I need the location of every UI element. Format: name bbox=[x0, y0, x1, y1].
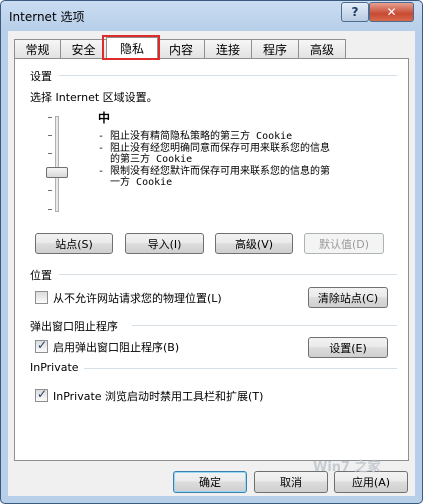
tab-content[interactable]: 内容 bbox=[157, 39, 205, 58]
zone-prompt: 选择 Internet 区域设置。 bbox=[30, 91, 158, 104]
default-button[interactable]: 默认值(D) bbox=[304, 233, 384, 254]
slider-tick bbox=[48, 190, 52, 191]
tab-advanced[interactable]: 高级 bbox=[298, 39, 346, 58]
close-button[interactable]: ✕ bbox=[369, 2, 414, 22]
inprivate-disable-toolbars-checkbox[interactable]: ✓ bbox=[35, 387, 48, 402]
description-line: - 阻止没有精简隐私策略的第三方 Cookie bbox=[98, 131, 293, 142]
internet-options-dialog: Internet 选项 ? ✕ 常规 安全 隐私 内容 连接 程序 高级 设置 … bbox=[0, 0, 423, 504]
slider-tick bbox=[48, 209, 52, 210]
tab-connections[interactable]: 连接 bbox=[204, 39, 252, 58]
slider-track bbox=[55, 116, 59, 212]
privacy-description: - 阻止没有精简隐私策略的第三方 Cookie - 阻止没有经您明确同意而保存可… bbox=[98, 131, 330, 189]
enable-popup-blocker-label[interactable]: 启用弹出窗口阻止程序(B) bbox=[53, 339, 179, 355]
tab-security[interactable]: 安全 bbox=[60, 39, 107, 58]
tab-programs[interactable]: 程序 bbox=[251, 39, 299, 58]
description-line: 一方 Cookie bbox=[98, 177, 173, 188]
privacy-tab-panel: 设置 选择 Internet 区域设置。 中 - 阻止没有精简隐私策略的第三方 … bbox=[14, 58, 409, 461]
tab-general[interactable]: 常规 bbox=[14, 39, 61, 58]
sites-button[interactable]: 站点(S) bbox=[35, 233, 113, 254]
settings-divider bbox=[59, 75, 397, 76]
inprivate-heading: InPrivate bbox=[30, 361, 79, 374]
slider-tick bbox=[48, 135, 52, 136]
checkmark-icon: ✓ bbox=[37, 338, 48, 352]
location-heading: 位置 bbox=[30, 269, 52, 282]
never-allow-location-checkbox[interactable] bbox=[35, 291, 48, 304]
window-title: Internet 选项 bbox=[9, 10, 85, 24]
dialog-client-area: 常规 安全 隐私 内容 连接 程序 高级 设置 选择 Internet 区域设置… bbox=[8, 31, 415, 496]
popup-heading: 弹出窗口阻止程序 bbox=[30, 320, 118, 333]
popup-divider bbox=[132, 325, 397, 326]
privacy-tab-highlight bbox=[102, 35, 160, 60]
description-line: 的第三方 Cookie bbox=[98, 154, 193, 165]
ok-button[interactable]: 确定 bbox=[173, 471, 247, 493]
help-button[interactable]: ? bbox=[341, 2, 369, 22]
checkmark-icon: ✓ bbox=[37, 387, 48, 401]
inprivate-disable-toolbars-label[interactable]: InPrivate 浏览启动时禁用工具栏和扩展(T) bbox=[53, 388, 263, 404]
privacy-level-name: 中 bbox=[98, 111, 111, 125]
import-button[interactable]: 导入(I) bbox=[125, 233, 204, 254]
never-allow-location-label[interactable]: 从不允许网站请求您的物理位置(L) bbox=[53, 290, 222, 306]
clear-sites-button[interactable]: 清除站点(C) bbox=[308, 287, 388, 308]
location-divider bbox=[59, 274, 397, 275]
slider-tick bbox=[48, 153, 52, 154]
title-bar[interactable]: Internet 选项 ? ✕ bbox=[1, 1, 422, 31]
inprivate-divider bbox=[84, 368, 397, 369]
slider-tick bbox=[48, 117, 52, 118]
popup-settings-button[interactable]: 设置(E) bbox=[308, 337, 388, 358]
advanced-button[interactable]: 高级(V) bbox=[215, 233, 293, 254]
slider-thumb[interactable] bbox=[46, 167, 68, 178]
watermark: Win7 之家 bbox=[313, 460, 381, 475]
enable-popup-blocker-checkbox[interactable]: ✓ bbox=[35, 338, 48, 353]
settings-heading: 设置 bbox=[30, 70, 52, 83]
description-line: - 阻止没有经您明确同意而保存可用来联系您的信息 bbox=[98, 142, 331, 154]
description-line: - 限制没有经您默许而保存可用来联系您的信息的第 bbox=[98, 165, 331, 177]
